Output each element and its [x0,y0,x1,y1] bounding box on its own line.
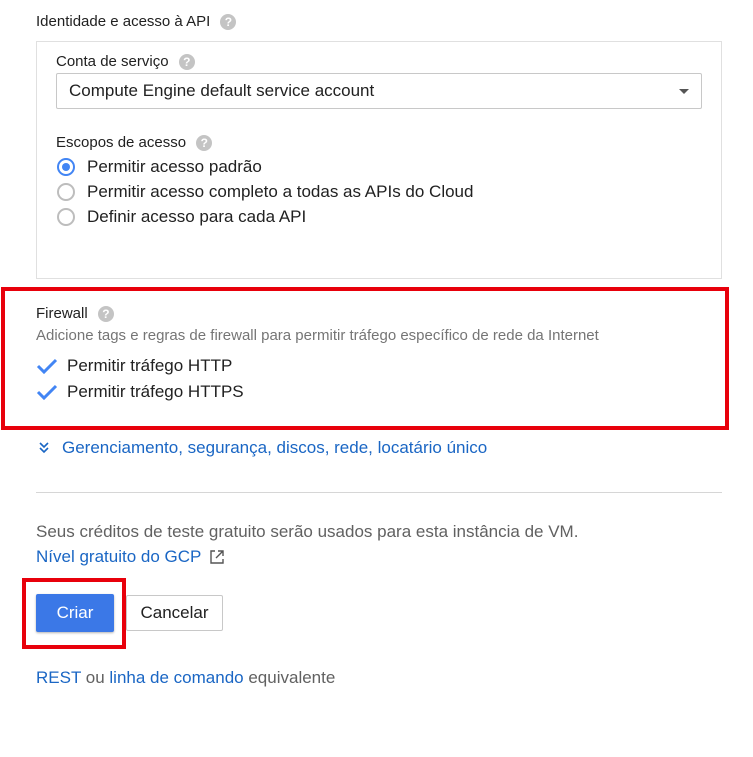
help-icon[interactable]: ? [178,54,195,71]
checkmark-icon[interactable] [36,383,58,401]
credits-text: Seus créditos de teste gratuito serão us… [36,522,579,541]
external-link-icon[interactable] [209,549,225,565]
scope-option-label: Definir acesso para cada API [87,207,307,226]
firewall-title: Firewall ? [36,305,114,323]
firewall-https-label: Permitir tráfego HTTPS [67,382,244,401]
gcp-free-tier-label[interactable]: Nível gratuito do GCP [36,547,201,567]
access-scopes-label: Escopos de acesso ? [56,134,213,152]
gcp-free-tier-link[interactable]: Nível gratuito do GCP [36,547,225,567]
firewall-http-label: Permitir tráfego HTTP [67,356,233,375]
scope-option-full[interactable]: Permitir acesso completo a todas as APIs… [57,182,473,202]
advanced-options-label[interactable]: Gerenciamento, segurança, discos, rede, … [62,438,487,458]
help-icon[interactable]: ? [196,135,213,152]
double-chevron-down-icon [39,442,49,454]
help-icon[interactable]: ? [220,14,237,31]
footer-or-text: ou [81,668,110,687]
firewall-title-text: Firewall [36,305,88,322]
dropdown-caret-icon [679,89,689,94]
scope-option-default[interactable]: Permitir acesso padrão [57,157,262,177]
identity-section-title: Identidade e acesso à API ? [36,13,237,31]
radio-checked-icon[interactable] [57,158,75,176]
create-button[interactable]: Criar [36,594,114,632]
cancel-button[interactable]: Cancelar [126,595,223,631]
radio-unchecked-icon[interactable] [57,208,75,226]
rest-link[interactable]: REST [36,668,81,687]
checkmark-icon[interactable] [36,357,58,375]
scope-option-label: Permitir acesso padrão [87,157,262,176]
firewall-http-option[interactable]: Permitir tráfego HTTP [36,356,232,376]
firewall-https-option[interactable]: Permitir tráfego HTTPS [36,382,244,402]
service-account-select[interactable]: Compute Engine default service account [56,73,702,109]
advanced-options-link[interactable]: Gerenciamento, segurança, discos, rede, … [38,438,487,458]
access-scopes-label-text: Escopos de acesso [56,134,187,151]
help-icon[interactable]: ? [97,306,114,323]
command-line-link[interactable]: linha de comando [109,668,243,687]
service-account-value: Compute Engine default service account [69,81,375,100]
service-account-label-text: Conta de serviço [56,53,169,70]
scope-option-label: Permitir acesso completo a todas as APIs… [87,182,474,201]
service-account-label: Conta de serviço ? [56,53,195,71]
divider [36,492,722,493]
radio-unchecked-icon[interactable] [57,183,75,201]
scope-option-per-api[interactable]: Definir acesso para cada API [57,207,306,227]
equivalent-command-footer: REST ou linha de comando equivalente [36,668,335,688]
firewall-description: Adicione tags e regras de firewall para … [36,327,599,344]
footer-equivalent-text: equivalente [243,668,336,687]
identity-title-text: Identidade e acesso à API [36,13,211,30]
